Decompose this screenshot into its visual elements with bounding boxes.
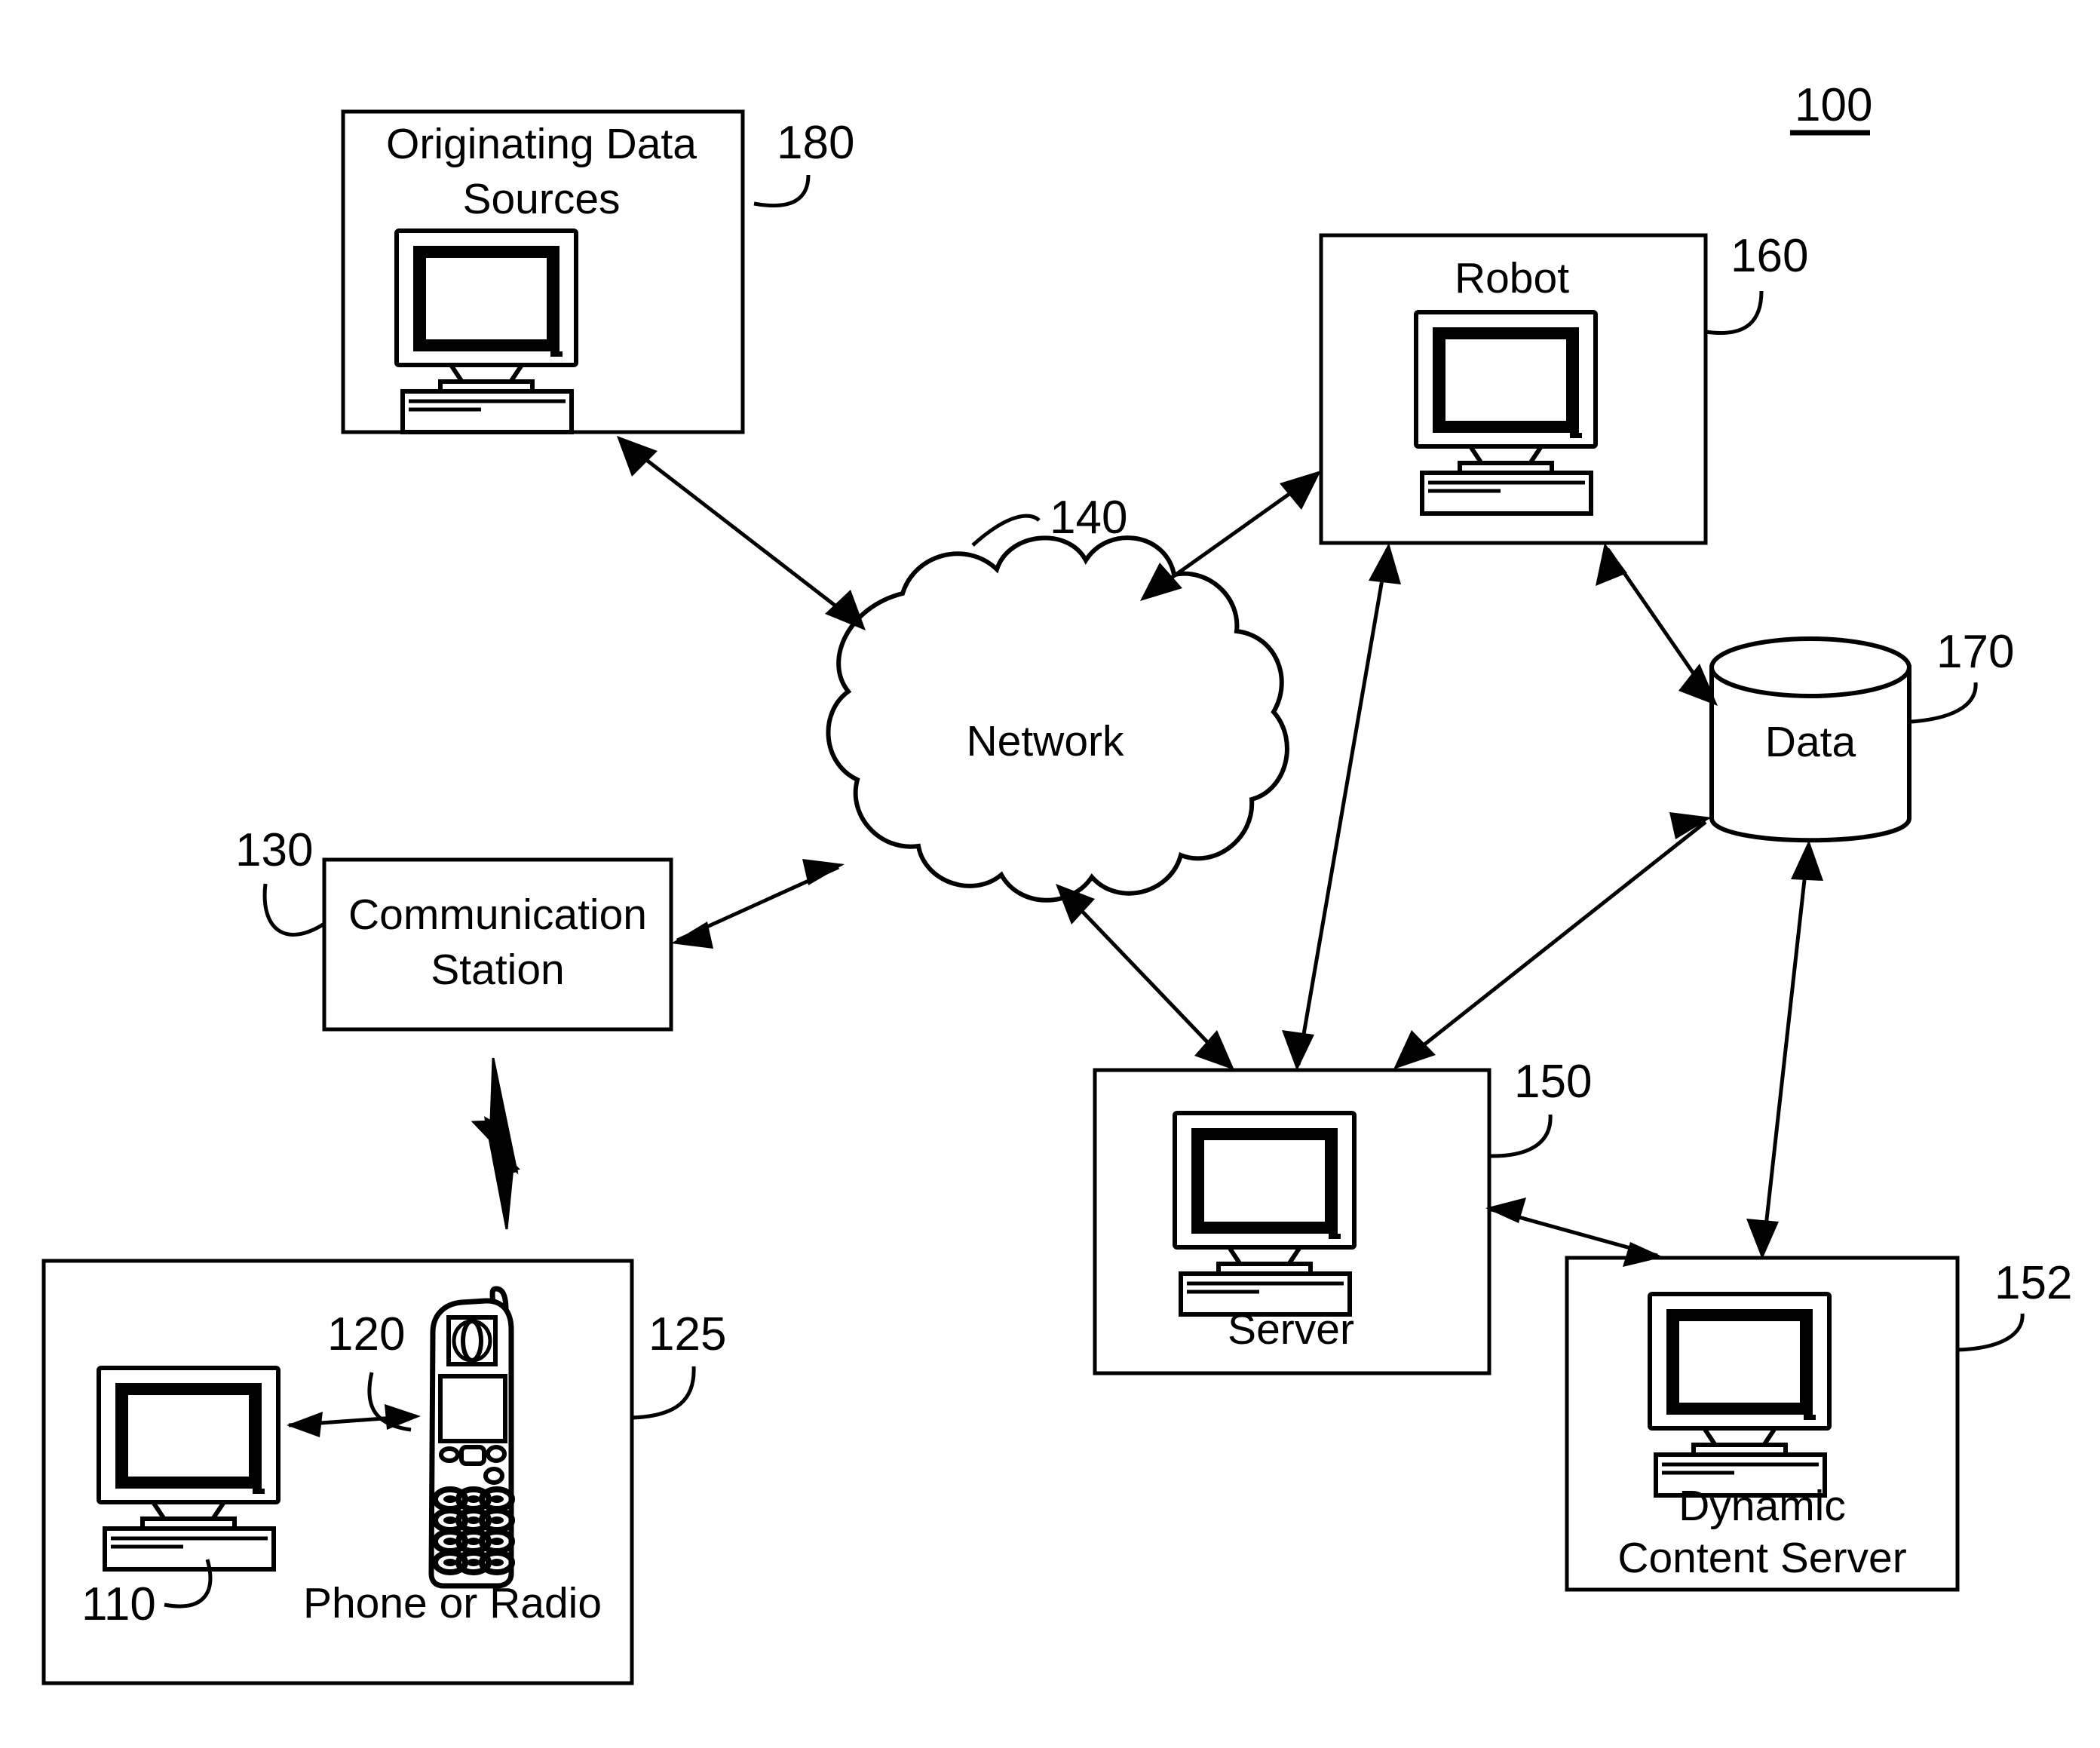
node-communication-station[interactable]: Communication Station [322, 857, 673, 1032]
node-dynamic-content-server[interactable]: Dynamic Content Server [1565, 1256, 1960, 1592]
lightning-bolt-icon [471, 1057, 520, 1230]
connector-data-dcs [1746, 840, 1823, 1259]
network-label: Network [966, 717, 1124, 765]
originating-data-sources-label-line1: Originating Data [386, 120, 697, 168]
ref-180: 180 [753, 117, 854, 208]
dynamic-content-server-label-line2: Content Server [1617, 1534, 1906, 1582]
desktop-computer-icon [1416, 312, 1596, 514]
ref-125: 125 [631, 1308, 726, 1420]
ref-130-text: 130 [235, 824, 313, 876]
cell-phone-icon [431, 1289, 512, 1586]
ref-170: 170 [1911, 626, 2014, 724]
connector-network-server [1056, 884, 1234, 1070]
ref-152-text: 152 [1994, 1257, 2072, 1309]
ref-170-text: 170 [1936, 626, 2014, 678]
desktop-computer-icon [1650, 1294, 1829, 1495]
desktop-computer-icon [1175, 1113, 1354, 1314]
communication-station-box[interactable] [322, 857, 673, 1032]
communication-station-label-line1: Communication [348, 891, 647, 939]
connector-ods-network [617, 436, 866, 630]
connector-robot-server [1282, 543, 1401, 1071]
connector-robot-data [1596, 543, 1718, 706]
connector-server-data [1393, 812, 1712, 1069]
data-store-label: Data [1765, 718, 1856, 766]
ref-120-text: 120 [327, 1308, 405, 1360]
figure-number: 100 [1790, 79, 1872, 136]
ref-150: 150 [1488, 1056, 1592, 1158]
communication-station-label-line2: Station [431, 946, 564, 994]
ref-152: 152 [1957, 1257, 2072, 1352]
ref-160: 160 [1705, 230, 1808, 335]
ref-140: 140 [971, 492, 1127, 547]
connector-network-robot [1140, 471, 1321, 601]
desktop-computer-icon [397, 231, 576, 432]
connector-network-commstation [671, 859, 845, 949]
figure-number-text: 100 [1795, 79, 1872, 131]
robot-label: Robot [1455, 254, 1569, 302]
node-network[interactable]: Network [826, 535, 1289, 903]
node-client-group[interactable]: Phone or Radio 110 120 [41, 1259, 634, 1685]
ref-110-text: 110 [81, 1578, 156, 1630]
ref-150-text: 150 [1514, 1056, 1592, 1108]
server-label: Server [1228, 1305, 1354, 1354]
desktop-computer-icon [99, 1368, 278, 1569]
figure-canvas: 100 Originating Data Sources 180 Robot 1… [41, 79, 2072, 1685]
ref-130: 130 [235, 824, 326, 937]
ref-160-text: 160 [1731, 230, 1808, 282]
dynamic-content-server-label-line1: Dynamic [1678, 1482, 1846, 1530]
ref-180-text: 180 [777, 117, 854, 169]
ref-140-text: 140 [1050, 492, 1127, 544]
originating-data-sources-label-line2: Sources [462, 175, 620, 223]
node-originating-data-sources[interactable]: Originating Data Sources [341, 109, 745, 432]
data-cylinder-top [1709, 636, 1911, 698]
node-server[interactable]: Server [1093, 1068, 1491, 1375]
patent-figure: 100 Originating Data Sources 180 Robot 1… [0, 0, 2100, 1748]
ref-125-text: 125 [648, 1308, 726, 1360]
phone-or-radio-label: Phone or Radio [303, 1579, 602, 1627]
node-data-store[interactable]: Data [1709, 636, 1911, 843]
node-robot[interactable]: Robot [1319, 233, 1708, 545]
